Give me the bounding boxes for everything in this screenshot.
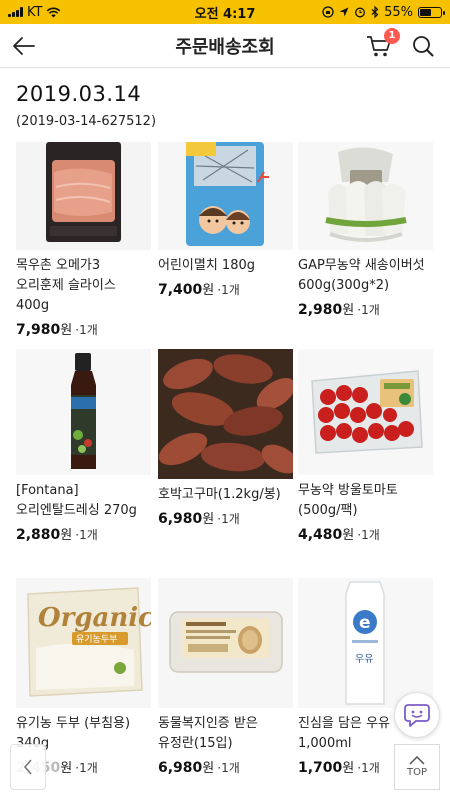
product-quantity: ·1개 [357,303,380,317]
nav-bar: 주문배송조회 1 [0,24,450,68]
product-price: 6,980 [158,760,203,776]
currency-label: 원 [342,303,355,318]
carrier-label: KT [27,4,43,20]
tofu-label-text: 유기농두부 [76,634,117,645]
chevron-left-icon [23,759,32,775]
currency-label: 원 [60,761,73,776]
nav-actions: 1 [362,27,440,63]
product-quantity: ·1개 [217,761,240,775]
product-name: 동물복지인증 받은 유정란(15입) [158,716,258,751]
product-price-line: 7,980원 ·1개 [16,319,151,338]
product-quantity: ·1개 [357,528,380,542]
chat-button[interactable] [394,692,440,738]
product-price: 2,880 [16,527,61,543]
product-image-kids-anchovy[interactable] [158,142,293,250]
search-button[interactable] [406,29,440,63]
currency-label: 원 [202,512,215,527]
cart-button[interactable]: 1 [362,27,400,63]
product-quantity: ·1개 [75,323,98,337]
product-quantity: ·1개 [217,512,240,526]
order-header: 2019.03.14 (2019-03-14-627512) [0,68,450,139]
product-quantity: ·1개 [357,761,380,775]
product-image-dressing[interactable] [16,349,151,475]
product-card[interactable]: 동물복지인증 받은 유정란(15입) 6,980원 ·1개 [158,578,293,776]
battery-percent: 55% [384,4,413,20]
product-name: 무농약 방울토마토(500g/팩) [298,483,398,518]
product-price-line: 4,480원 ·1개 [298,524,433,543]
product-price: 2,980 [298,302,343,318]
milk-letter-text: e [359,613,371,633]
product-price: 7,980 [16,322,61,338]
product-card[interactable]: 어린이멸치 180g 7,400원 ·1개 [158,142,293,298]
product-card[interactable]: 호박고구마(1.2kg/봉) 6,980원 ·1개 [158,349,293,527]
currency-label: 원 [202,761,215,776]
product-image-cherry-tomato[interactable] [298,349,433,475]
battery-icon [418,6,445,18]
product-name: 어린이멸치 180g [158,258,255,273]
product-image-smoked-duck[interactable] [16,142,151,250]
product-card[interactable]: 목우촌 오메가3 오리훈제 슬라이스 400g 7,980원 ·1개 [16,142,151,338]
rotation-lock-icon [322,6,334,18]
status-bar: KT 오전 4:17 55% [0,0,450,24]
product-image-tofu[interactable]: Organic 유기농두부 [16,578,151,708]
product-name: [Fontana] 오리엔탈드레싱 270g [16,483,137,518]
product-price: 4,480 [298,527,343,543]
alarm-icon [355,7,366,18]
product-card[interactable]: [Fontana] 오리엔탈드레싱 270g 2,880원 ·1개 [16,349,151,543]
currency-label: 원 [202,283,215,298]
product-name: 목우촌 오메가3 오리훈제 슬라이스 400g [16,258,116,313]
top-label: TOP [406,767,427,778]
currency-label: 원 [342,761,355,776]
product-price: 1,700 [298,760,343,776]
product-image-sweet-potato[interactable] [158,349,293,479]
currency-label: 원 [60,528,73,543]
currency-label: 원 [342,528,355,543]
chevron-up-icon [409,756,425,765]
product-price: 6,980 [158,511,203,527]
product-price-line: 6,980원 ·1개 [158,757,293,776]
product-card[interactable]: 무농약 방울토마토(500g/팩) 4,480원 ·1개 [298,349,433,543]
product-image-milk[interactable]: e 우유 [298,578,433,708]
scroll-to-top-button[interactable]: TOP [394,744,440,790]
back-button[interactable] [2,24,46,68]
signal-icon [8,7,23,17]
milk-label-text: 우유 [355,653,373,665]
wifi-icon [47,7,61,17]
product-name: 호박고구마(1.2kg/봉) [158,487,281,502]
status-right: 55% [322,4,445,20]
status-left: KT [8,5,61,20]
product-quantity: ·1개 [217,283,240,297]
product-price-line: 6,980원 ·1개 [158,508,293,527]
currency-label: 원 [60,323,73,338]
product-price-line: 7,400원 ·1개 [158,279,293,298]
product-card[interactable]: GAP무농약 새송이버섯 600g(300g*2) 2,980원 ·1개 [298,142,433,318]
cart-count-badge: 1 [384,27,400,44]
back-arrow-icon [13,36,35,55]
tofu-brand-text: Organic [38,603,151,633]
search-icon [413,35,434,56]
bluetooth-icon [371,6,379,18]
product-image-mushroom[interactable] [298,142,433,250]
product-price-line: 2,980원 ·1개 [298,299,433,318]
product-quantity: ·1개 [75,528,98,542]
product-price: 7,400 [158,282,203,298]
order-number: (2019-03-14-627512) [16,114,157,129]
product-name: GAP무농약 새송이버섯 600g(300g*2) [298,258,425,293]
product-image-eggs[interactable] [158,578,293,708]
product-price-line: 2,880원 ·1개 [16,524,151,543]
order-date: 2019.03.14 [16,82,142,106]
battery-fill [420,8,431,16]
product-quantity: ·1개 [75,761,98,775]
browser-back-button[interactable] [10,744,46,790]
location-icon [339,7,349,17]
chat-icon [404,704,430,727]
